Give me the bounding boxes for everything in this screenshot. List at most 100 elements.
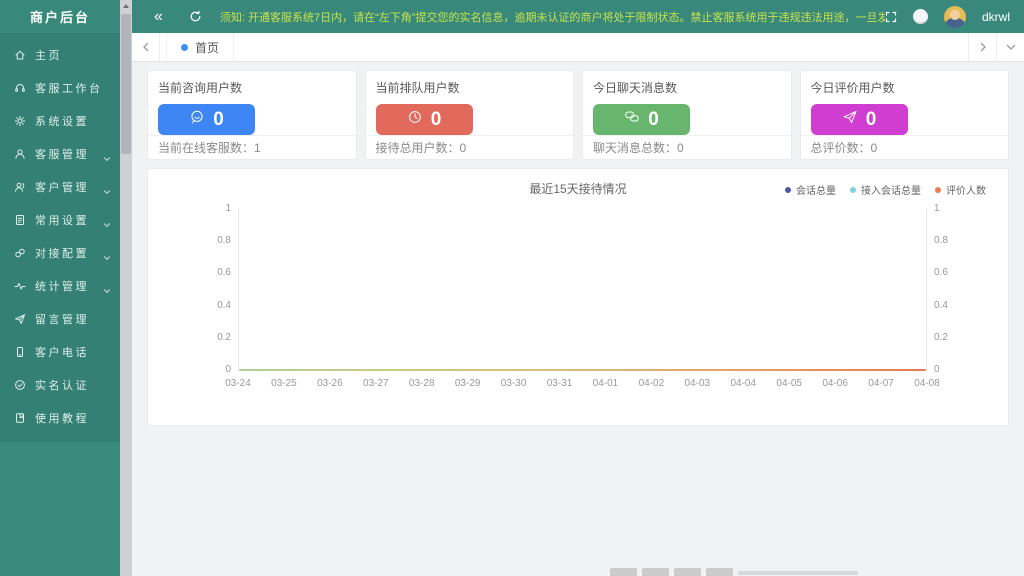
stat-card: 当前咨询用户数 0 当前在线客服数：1 — [147, 70, 357, 160]
content-area: 当前咨询用户数 0 当前在线客服数：1 当前排队用户数 0 接待总用户数：0 今日聊天消息数… — [132, 62, 1024, 576]
sidebar-item-label: 客服管理 — [35, 148, 89, 161]
x-axis-label: 04-04 — [730, 378, 757, 389]
sidebar-item-label: 实名认证 — [35, 379, 89, 392]
y-axis-tick: 0.4 — [217, 299, 231, 311]
stat-card-value: 0 — [648, 108, 659, 130]
sidebar-item-label: 对接配置 — [35, 247, 89, 260]
stat-card-footer: 聊天消息总数：0 — [583, 135, 791, 159]
y-axis-tick: 0.2 — [217, 331, 231, 343]
y-axis-tick: 0.6 — [217, 267, 231, 279]
doc-icon — [14, 214, 26, 226]
stat-card-title: 当前咨询用户数 — [158, 81, 243, 95]
topbar: « 须知: 开通客服系统7日内，请在“左下角”提交您的实名信息，逾期未认证的商户… — [132, 0, 1024, 33]
book-icon — [14, 412, 26, 424]
scrollbar-thumb[interactable] — [121, 14, 131, 154]
x-axis-label: 03-28 — [408, 378, 435, 389]
chevron-down-icon — [103, 254, 111, 262]
y-axis-left-line — [238, 209, 239, 370]
stat-card-title: 今日聊天消息数 — [593, 81, 678, 95]
x-axis-label: 03-30 — [500, 378, 527, 389]
legend-item[interactable]: 会话总量 — [785, 182, 836, 197]
sidebar-item-book[interactable]: 使用教程 — [0, 401, 120, 434]
y-axis-tick: 1 — [225, 203, 231, 214]
stat-card-title: 当前排队用户数 — [375, 81, 460, 95]
stat-card-value: 0 — [213, 108, 224, 130]
app-title: 商户后台 — [0, 0, 120, 33]
tab-bar: 首页 — [132, 33, 1024, 62]
username[interactable]: dkrwl — [982, 10, 1010, 24]
stat-card: 当前排队用户数 0 接待总用户数：0 — [364, 70, 574, 160]
x-axis-label: 04-08 — [914, 378, 940, 389]
sidebar-item-doc[interactable]: 常用设置 — [0, 203, 120, 236]
sidebar-item-gear[interactable]: 系统设置 — [0, 104, 120, 137]
sidebar-item-label: 统计管理 — [35, 280, 89, 293]
tabbar-spacer — [234, 33, 968, 61]
stat-card-button[interactable]: 0 — [593, 104, 690, 136]
sidebar-item-label: 使用教程 — [35, 412, 89, 425]
chart-legend: 会话总量 接入会话总量 评价人数 — [785, 182, 986, 197]
tabs-menu-icon[interactable] — [996, 33, 1024, 61]
paper-plane-icon — [842, 109, 858, 130]
footer-watermark — [610, 568, 900, 576]
y-axis-right-line — [926, 209, 927, 370]
chart-zero-line — [239, 368, 926, 371]
chart-plot: 0 0 0.2 0.2 0.4 0.4 0.6 0.6 0.8 0.8 1 1 — [217, 203, 948, 375]
x-axis-label: 03-26 — [317, 378, 343, 389]
sidebar-item-plane[interactable]: 留言管理 — [0, 302, 120, 335]
sidebar-item-check[interactable]: 实名认证 — [0, 368, 120, 401]
avatar[interactable] — [943, 5, 966, 28]
x-axis-label: 04-02 — [638, 378, 665, 389]
legend-dot — [785, 186, 791, 193]
sidebar-item-label: 客户管理 — [35, 181, 89, 194]
stat-card-button[interactable]: 0 — [158, 104, 255, 136]
sidebar-item-home[interactable]: 主页 — [0, 38, 120, 71]
chart-card: 最近15天接待情况 会话总量 接入会话总量 评价人数 0 0 0.2 0.2 0.4 0.4 0… — [147, 168, 1009, 426]
y-axis-tick: 0.2 — [934, 331, 948, 343]
x-axis-label: 04-07 — [868, 378, 894, 389]
legend-label: 评价人数 — [946, 186, 986, 197]
tab-home[interactable]: 首页 — [166, 33, 235, 61]
sidebar-item-label: 客服工作台 — [35, 82, 103, 95]
stat-card-button[interactable]: 0 — [375, 104, 473, 136]
sidebar-item-label: 主页 — [35, 49, 62, 62]
sidebar-item-phone[interactable]: 客户电话 — [0, 335, 120, 368]
y-axis-tick: 0.8 — [217, 235, 231, 247]
y-axis-tick: 0.8 — [934, 235, 948, 247]
gear-icon — [14, 115, 26, 127]
sidebar-item-headset[interactable]: 客服工作台 — [0, 71, 120, 104]
sidebar-scrollbar[interactable] — [120, 0, 132, 576]
refresh-icon[interactable] — [189, 10, 202, 23]
x-axis-label: 03-27 — [363, 378, 389, 389]
watermark-bar — [738, 571, 858, 575]
sidebar-menu: 主页客服工作台系统设置客服管理客户管理常用设置对接配置统计管理留言管理客户电话实… — [0, 33, 120, 442]
sidebar-item-pulse[interactable]: 统计管理 — [0, 269, 120, 302]
collapse-sidebar-icon[interactable]: « — [154, 8, 163, 25]
plug-icon — [14, 247, 26, 259]
legend-item[interactable]: 接入会话总量 — [850, 182, 921, 197]
legend-item[interactable]: 评价人数 — [935, 182, 986, 197]
sidebar-item-plug[interactable]: 对接配置 — [0, 236, 120, 269]
stat-cards-row: 当前咨询用户数 0 当前在线客服数：1 当前排队用户数 0 接待总用户数：0 今日聊天消息数… — [147, 70, 1009, 160]
tabs-scroll-right-icon[interactable] — [968, 33, 996, 61]
sidebar-item-customer[interactable]: 客户管理 — [0, 170, 120, 203]
message-icon[interactable] — [912, 9, 928, 24]
check-icon — [14, 379, 26, 391]
user-icon — [14, 148, 26, 160]
y-axis-tick: 0.4 — [934, 299, 948, 311]
notice-text: 须知: 开通客服系统7日内，请在“左下角”提交您的实名信息，逾期未认证的商户将处… — [219, 11, 885, 24]
y-axis-tick: 0 — [225, 364, 231, 375]
sidebar-item-user[interactable]: 客服管理 — [0, 137, 120, 170]
home-icon — [14, 49, 26, 61]
pulse-icon — [14, 280, 26, 292]
sidebar-item-label: 系统设置 — [35, 115, 89, 128]
sidebar-item-label: 客户电话 — [35, 346, 89, 359]
chevron-down-icon — [103, 287, 111, 295]
tab-label: 首页 — [195, 40, 220, 55]
x-axis-labels: 03-24 03-25 03-26 03-27 03-28 03-29 03-30 03-31… — [225, 378, 940, 392]
fullscreen-icon[interactable] — [885, 11, 897, 23]
clock-icon — [407, 109, 423, 130]
scrollbar-up-button[interactable] — [120, 0, 132, 12]
stat-card-button[interactable]: 0 — [810, 104, 908, 136]
tabs-scroll-left-icon[interactable] — [132, 33, 160, 61]
chat-smile-icon — [189, 109, 205, 130]
